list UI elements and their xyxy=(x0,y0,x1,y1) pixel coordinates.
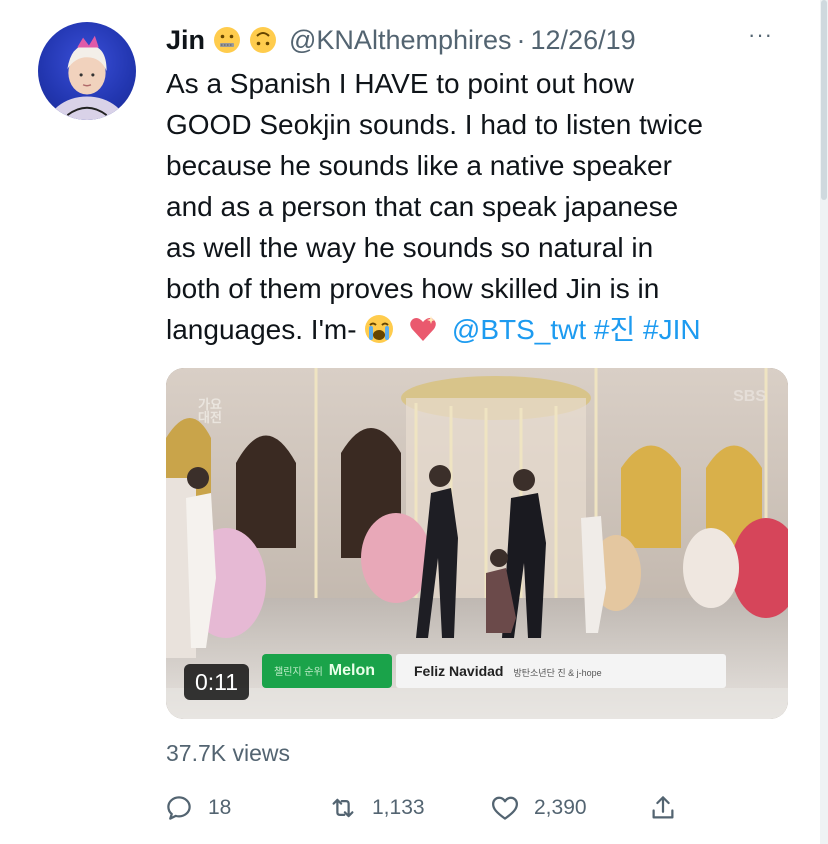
like-button[interactable]: 2,390 xyxy=(490,788,587,828)
video-player[interactable]: 가요 대전 SBS 챌린지 순위 Melon Feliz Navidad 방탄소년단… xyxy=(166,368,788,719)
tweet-text-line: As a Spanish I HAVE to point out how xyxy=(166,68,634,99)
scrollbar[interactable] xyxy=(820,0,828,844)
loudly-crying-face-emoji xyxy=(364,314,394,344)
more-options-icon[interactable]: ··· xyxy=(748,22,773,48)
melon-caption: 챌린지 순위 Melon xyxy=(262,654,392,688)
tweet-text-line: both of them proves how skilled Jin is i… xyxy=(166,273,660,304)
avatar[interactable] xyxy=(38,22,136,120)
tweet-text-line: as well the way he sounds so natural in xyxy=(166,232,654,263)
upside-down-face-emoji xyxy=(249,26,277,54)
song-artist: 방탄소년단 진 & j-hope xyxy=(513,668,602,678)
author-display-name[interactable]: Jin xyxy=(166,25,205,56)
header-separator: · xyxy=(516,24,526,55)
zipper-mouth-face-emoji xyxy=(213,26,241,54)
retweet-icon xyxy=(332,798,354,818)
melon-caption-label: Melon xyxy=(328,662,375,679)
song-title: Feliz Navidad xyxy=(414,663,504,679)
reply-icon xyxy=(167,796,191,820)
hashtag-link[interactable]: #JIN xyxy=(643,314,701,345)
broadcaster-watermark: SBS xyxy=(733,388,766,405)
share-icon xyxy=(652,796,674,819)
tweet-header: Jin @KNAlthemphires · 12/26/19 xyxy=(166,20,636,60)
retweet-count: 1,133 xyxy=(372,796,425,819)
tweet-date[interactable]: 12/26/19 xyxy=(531,25,636,56)
sparkling-heart-emoji xyxy=(408,314,438,344)
mention-link[interactable]: @BTS_twt xyxy=(452,314,586,345)
share-button[interactable] xyxy=(648,788,692,828)
tweet-text: As a Spanish I HAVE to point out how GOO… xyxy=(166,63,786,350)
tweet-actions: 18 1,133 2,390 xyxy=(160,788,800,828)
melon-caption-kr: 챌린지 순위 xyxy=(274,667,323,678)
tweet-text-line: because he sounds like a native speaker xyxy=(166,150,672,181)
tweet-text-line: GOOD Seokjin sounds. I had to listen twi… xyxy=(166,109,703,140)
reply-count: 18 xyxy=(208,796,232,819)
hashtag-link[interactable]: #진 xyxy=(594,314,635,345)
video-duration-badge: 0:11 xyxy=(184,664,250,700)
retweet-button[interactable]: 1,133 xyxy=(328,788,425,828)
tweet-text-segment: languages. I'm- xyxy=(166,314,357,345)
song-caption: Feliz Navidad 방탄소년단 진 & j-hope xyxy=(396,654,726,688)
tweet-text-line: and as a person that can speak japanese xyxy=(166,191,679,222)
like-count: 2,390 xyxy=(534,796,587,819)
show-logo-line: 대전 xyxy=(198,410,222,425)
view-count[interactable]: 37.7K views xyxy=(166,740,290,767)
heart-icon xyxy=(492,796,518,820)
scrollbar-thumb[interactable] xyxy=(821,0,827,200)
avatar-photo xyxy=(47,35,127,120)
reply-button[interactable]: 18 xyxy=(164,788,231,828)
author-handle[interactable]: @KNAlthemphires xyxy=(289,25,512,56)
show-logo: 가요 대전 xyxy=(198,398,222,424)
tweet-text-last-line: languages. I'm- @BTS_twt #진 #JIN xyxy=(166,309,786,350)
